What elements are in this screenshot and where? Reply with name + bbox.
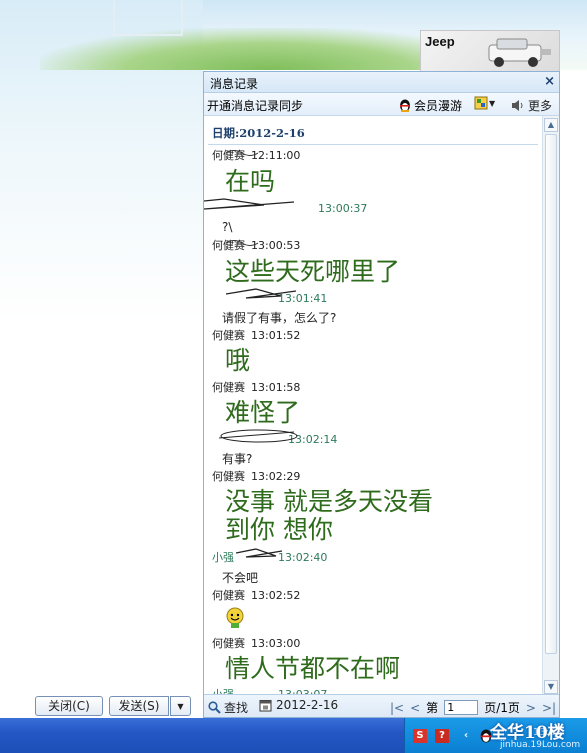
message-header: 何健赛 13:01:58 xyxy=(212,379,300,395)
message-time: 13:02:29 xyxy=(251,470,301,483)
speaker-icon xyxy=(512,100,523,111)
find-label: 查找 xyxy=(224,701,249,715)
last-page-icon[interactable]: >| xyxy=(542,701,556,715)
chevron-left-icon[interactable]: ‹ xyxy=(459,729,473,743)
site-watermark-url: jinhua.19Lou.com xyxy=(500,740,581,750)
date-value: 2012-2-16 xyxy=(276,698,339,712)
first-page-icon[interactable]: |< xyxy=(390,701,404,715)
send-options-chevron-icon[interactable]: ▼ xyxy=(170,696,191,716)
scroll-up-icon[interactable]: ▲ xyxy=(544,118,558,132)
message-header: 何健赛 13:02:29 xyxy=(212,468,300,484)
send-button[interactable]: 发送(S) xyxy=(109,696,169,716)
message-header: 何健赛 13:03:00 xyxy=(212,635,300,651)
history-toolbar: 开通消息记录同步 会员漫游 ▼ 更多 xyxy=(204,93,559,116)
sender-name: 何健赛 xyxy=(212,470,245,483)
jeep-ad-banner[interactable]: Jeep xyxy=(420,30,560,72)
find-button[interactable]: 查找 xyxy=(208,699,248,716)
message-text: ?\ xyxy=(222,220,233,234)
sender-name: 何健赛 xyxy=(212,589,245,602)
page-suffix: 页/1页 xyxy=(484,701,520,715)
sync-history-link[interactable]: 开通消息记录同步 xyxy=(207,97,303,114)
page-navigation: |< < 第 页/1页 > >| xyxy=(390,699,556,716)
background-window-frame xyxy=(113,0,183,36)
message-text: 这些天死哪里了 xyxy=(225,257,401,286)
sender-name: 何健赛 xyxy=(212,637,245,650)
message-header: 何健赛 13:01:52 xyxy=(212,327,300,343)
page-number-input[interactable] xyxy=(444,700,479,715)
redaction-scribble xyxy=(226,288,296,299)
background-chat-window xyxy=(0,0,203,718)
vertical-scrollbar[interactable]: ▲ ▼ xyxy=(542,116,559,696)
message-time: 13:00:53 xyxy=(251,239,301,252)
redaction-scribble xyxy=(236,548,282,558)
vip-roaming-button[interactable]: 会员漫游 xyxy=(399,97,462,114)
panel-titlebar: 消息记录 × xyxy=(204,72,559,93)
chevron-down-icon: ▼ xyxy=(489,98,496,108)
message-text-line2: 到你 想你 xyxy=(225,515,333,544)
search-icon xyxy=(208,701,221,714)
smiley-emoticon-icon xyxy=(226,607,244,628)
qq-penguin-icon xyxy=(400,99,410,112)
message-list[interactable]: 日期:2012-2-16 何健赛 12:11:00 在吗 小强 13:00:37 ?… xyxy=(204,116,542,696)
message-time: 13:01:58 xyxy=(251,381,301,394)
scroll-down-icon[interactable]: ▼ xyxy=(544,680,558,694)
jeep-logo: Jeep xyxy=(425,34,455,49)
sender-name: 何健赛 xyxy=(212,381,245,394)
sogou-s-icon[interactable]: S xyxy=(413,729,427,743)
background-grass xyxy=(40,28,420,70)
next-page-icon[interactable]: > xyxy=(526,701,536,715)
jeep-car-image xyxy=(488,38,551,67)
message-time: 13:00:37 xyxy=(318,202,368,215)
message-text: 没事 就是多天没看 xyxy=(225,487,433,516)
redaction-scribble xyxy=(226,240,258,246)
calendar-icon xyxy=(259,699,272,711)
redaction-scribble xyxy=(226,150,258,156)
date-picker-button[interactable]: 2012-2-16 xyxy=(259,698,338,712)
redaction-scribble xyxy=(204,198,295,210)
message-text: 情人节都不在啊 xyxy=(225,654,401,683)
redaction-scribble xyxy=(218,429,298,443)
more-button[interactable]: 更多 xyxy=(511,97,552,114)
more-label: 更多 xyxy=(528,99,553,113)
panel-title: 消息记录 xyxy=(210,77,259,91)
message-text: 不会吧 xyxy=(222,571,259,585)
message-time: 13:01:52 xyxy=(251,329,301,342)
message-text: 有事? xyxy=(222,452,253,466)
message-history-panel: 消息记录 × 开通消息记录同步 会员漫游 ▼ 更多 日期:2012-2-16 何… xyxy=(203,71,560,718)
date-divider xyxy=(208,144,538,145)
vip-roaming-label: 会员漫游 xyxy=(414,99,463,113)
message-header: 何健赛 13:02:52 xyxy=(212,587,300,603)
palette-icon xyxy=(474,96,488,110)
message-text: 哦 xyxy=(225,346,251,375)
prev-page-icon[interactable]: < xyxy=(410,701,420,715)
sender-name: 何健赛 xyxy=(212,329,245,342)
history-bottom-bar: 查找 2012-2-16 |< < 第 页/1页 > >| xyxy=(204,694,559,717)
date-header: 日期:2012-2-16 xyxy=(212,126,305,140)
close-icon[interactable]: × xyxy=(544,74,555,89)
page-prefix: 第 xyxy=(426,701,439,715)
message-text: 请假了有事，怎么了? xyxy=(222,311,337,325)
message-time: 13:02:40 xyxy=(278,551,328,564)
help-icon[interactable]: ? xyxy=(435,729,449,743)
message-time: 12:11:00 xyxy=(251,149,301,162)
message-text: 难怪了 xyxy=(225,398,301,427)
scrollbar-thumb[interactable] xyxy=(545,134,557,654)
message-time: 13:03:00 xyxy=(251,637,301,650)
close-button[interactable]: 关闭(C) xyxy=(35,696,103,716)
message-text: 在吗 xyxy=(225,167,276,196)
sender-name: 小强 xyxy=(212,551,234,564)
message-time: 13:02:52 xyxy=(251,589,301,602)
color-picker-button[interactable]: ▼ xyxy=(474,96,495,110)
